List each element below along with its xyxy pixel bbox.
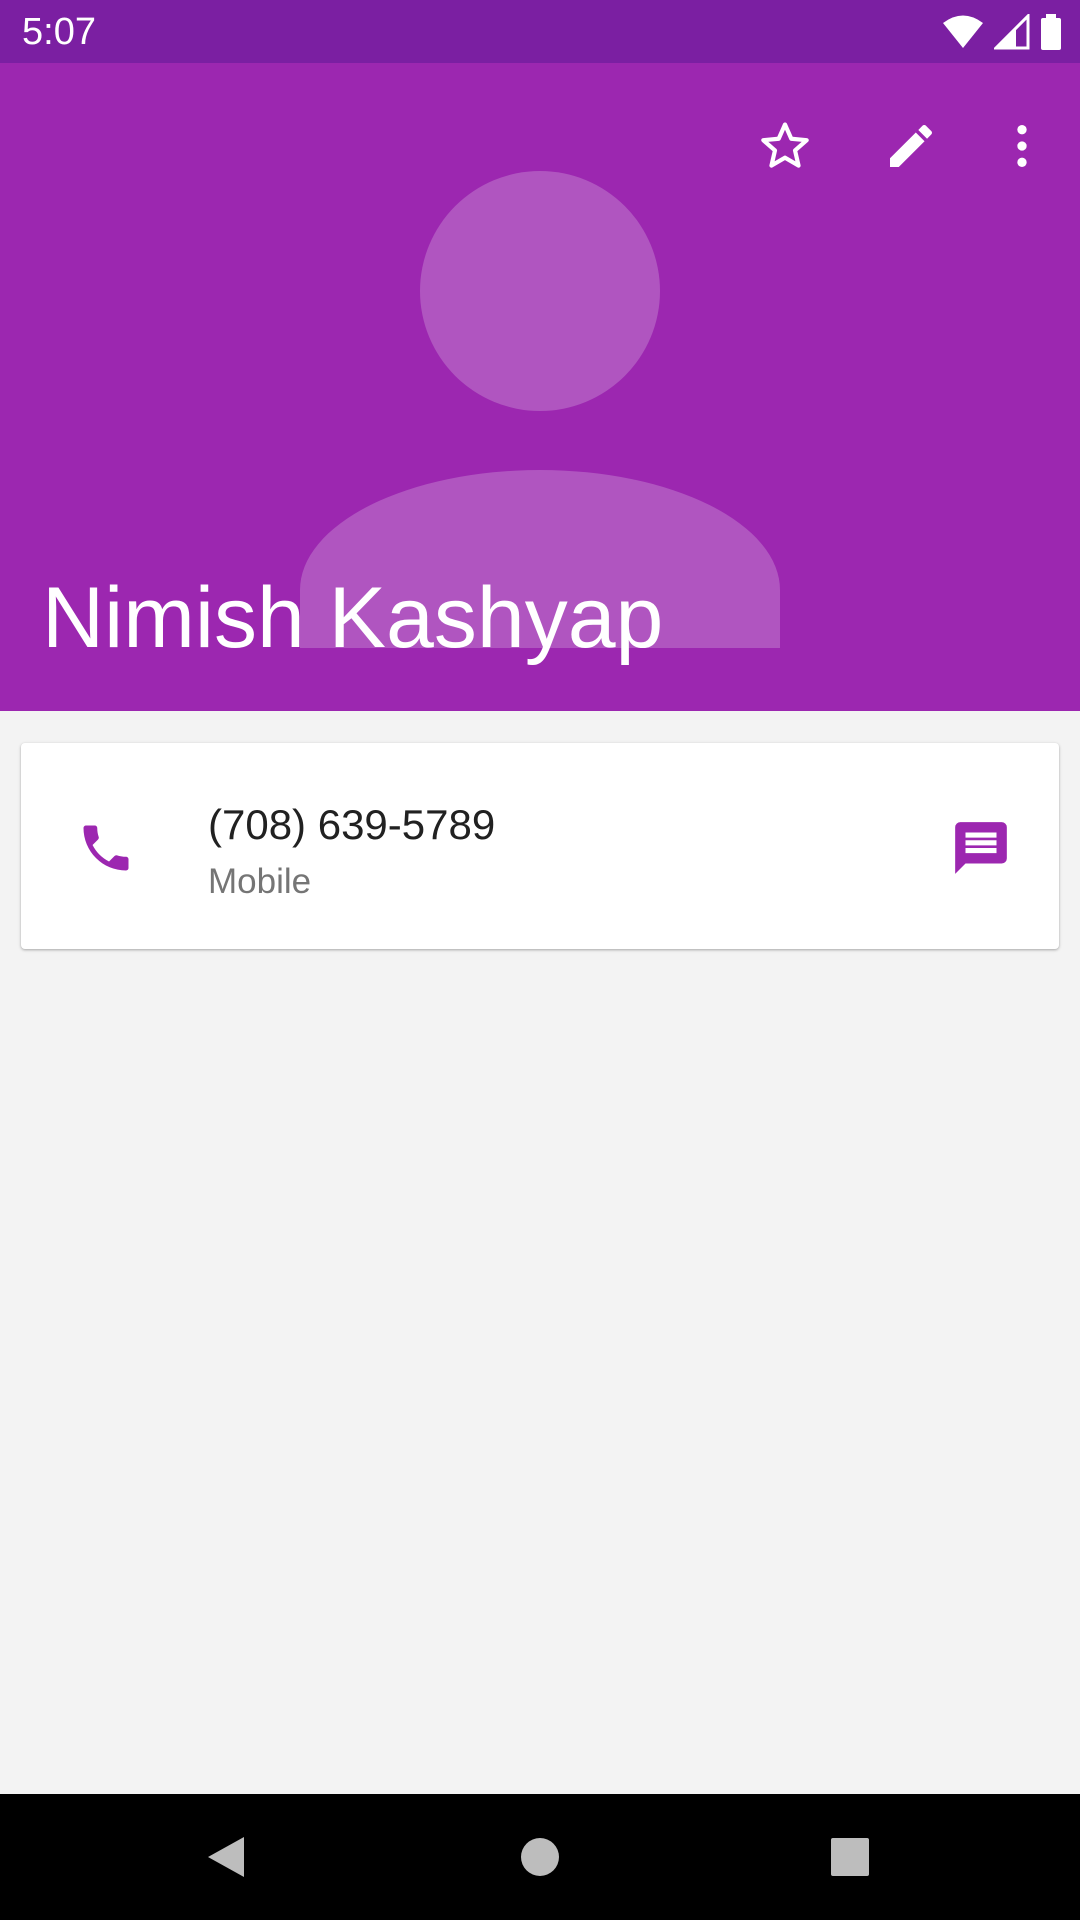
star-icon [761,122,809,168]
recents-icon [831,1838,869,1876]
avatar-placeholder-head [420,171,660,411]
wifi-icon [943,15,983,48]
message-icon [955,822,1007,874]
status-bar: 5:07 [0,0,1080,63]
contact-name: Nimish Kashyap [42,570,664,666]
edit-contact-button[interactable] [871,106,951,186]
system-icons [942,12,1062,52]
favorite-button[interactable] [745,106,825,186]
back-button[interactable] [186,1817,266,1897]
more-options-icon [1017,125,1027,167]
message-button[interactable] [941,808,1021,888]
battery-icon [1041,14,1061,50]
phone-card: (708) 639-5789 Mobile [21,743,1059,949]
call-button[interactable] [71,813,141,883]
phone-icon [83,825,129,871]
contact-header: Nimish Kashyap [0,63,1080,711]
back-icon [208,1837,244,1877]
navigation-bar [0,1794,1080,1920]
home-button[interactable] [500,1817,580,1897]
home-icon [521,1838,559,1876]
status-time: 5:07 [22,11,96,53]
edit-icon [890,124,933,167]
signal-icon [994,14,1030,50]
recents-button[interactable] [810,1817,890,1897]
phone-number[interactable]: (708) 639-5789 [208,800,495,850]
phone-type-label: Mobile [208,862,312,901]
more-options-button[interactable] [982,106,1062,186]
